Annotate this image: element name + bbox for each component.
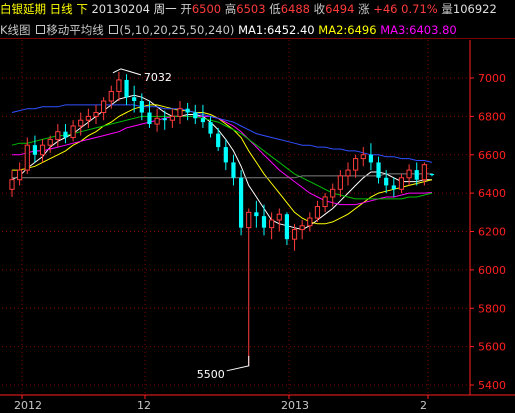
high-marker <box>112 68 142 76</box>
candle-body <box>337 175 343 190</box>
price-tick-label: 6200 <box>478 226 506 239</box>
candle-body <box>330 188 336 198</box>
price-tick-label: 7000 <box>478 72 506 85</box>
candle-body <box>200 118 206 123</box>
candle-body <box>391 185 396 190</box>
candle-body <box>78 119 84 127</box>
candle-body <box>24 144 30 171</box>
ma-line <box>12 104 433 225</box>
candle-body <box>93 112 99 117</box>
candle-body <box>139 101 144 113</box>
candle-body <box>32 145 38 155</box>
candle-body <box>261 216 267 228</box>
candle-body <box>276 213 282 221</box>
price-tick-label: 5600 <box>478 341 506 354</box>
candle-body <box>154 117 160 125</box>
ma-line <box>11 94 432 231</box>
candle-body <box>9 179 15 190</box>
candle-body <box>39 144 46 156</box>
candle-body <box>314 206 321 219</box>
candle-body <box>384 177 389 186</box>
candle-body <box>238 177 244 228</box>
candle-body <box>299 225 305 231</box>
price-tick-label: 6600 <box>478 149 506 162</box>
candle-body <box>353 158 359 171</box>
candle-body <box>108 90 114 102</box>
candle-body <box>116 79 122 92</box>
candle-body <box>246 211 252 229</box>
candle-body <box>406 169 412 179</box>
candle-body <box>291 229 298 240</box>
price-tick-label: 5400 <box>478 379 506 392</box>
candle-body <box>132 97 137 102</box>
candle-body <box>254 212 259 217</box>
price-tick-label: 6400 <box>478 187 506 200</box>
time-tick-label: 2012 <box>14 399 42 412</box>
candle-body <box>376 162 381 178</box>
candle-body <box>322 196 328 208</box>
candle-body <box>216 133 221 148</box>
candle-body <box>414 170 419 180</box>
low-marker <box>226 355 250 372</box>
candle-body <box>193 112 198 119</box>
candle-body <box>231 162 236 178</box>
candle-body <box>124 79 129 98</box>
candle-body <box>429 173 435 176</box>
candle-body <box>208 122 213 134</box>
candle-body <box>269 219 275 229</box>
price-tick-label: 6000 <box>478 264 506 277</box>
candle-body <box>284 214 290 240</box>
price-tick-label: 5800 <box>478 302 506 315</box>
candle-body <box>70 125 76 138</box>
candle-body <box>307 217 313 227</box>
candle-body <box>177 108 183 117</box>
kline-chart[interactable]: 7000 6800 6600 6400 6200 6000 5800 5600 5400 2012… <box>0 0 515 413</box>
candle-body <box>162 118 167 121</box>
candle-body <box>169 115 175 121</box>
candle-body <box>47 138 53 146</box>
candle-body <box>17 169 23 181</box>
ma-line <box>12 173 432 179</box>
candle-body <box>85 115 91 121</box>
candle-body <box>63 131 68 138</box>
candle-body <box>360 154 366 160</box>
candle-body <box>345 169 351 177</box>
candle-body <box>398 177 405 190</box>
candle-body <box>55 131 61 140</box>
time-tick-label: 2 <box>420 399 427 412</box>
time-tick-label: 2013 <box>281 399 309 412</box>
candle-body <box>223 147 228 163</box>
candle-body <box>368 154 374 163</box>
low-annotation: 5500 <box>197 368 225 381</box>
candle-body <box>101 100 107 114</box>
time-tick-label: 12 <box>137 399 151 412</box>
candle-body <box>421 164 427 181</box>
high-annotation: 7032 <box>144 71 172 84</box>
candle-body <box>185 108 190 113</box>
candle-body <box>147 112 152 125</box>
price-tick-label: 6800 <box>478 110 506 123</box>
